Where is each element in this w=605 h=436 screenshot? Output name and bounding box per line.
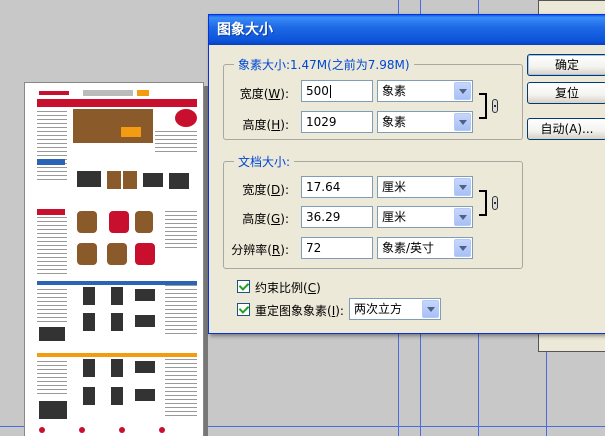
constrain-link-bracket xyxy=(479,93,487,119)
resample-method-select[interactable]: 两次立方 xyxy=(349,298,441,320)
pixel-height-input[interactable]: 1029 xyxy=(301,111,373,133)
chain-link-icon xyxy=(492,196,498,210)
pixel-dimensions-title: 象素大小:1.47M(之前为7.98M) xyxy=(234,56,414,73)
constrain-proportions-label[interactable]: 约束比例(C) xyxy=(255,279,321,296)
document-size-title: 文档大小: xyxy=(234,153,295,170)
canvas-document xyxy=(24,82,204,436)
chain-link-icon xyxy=(492,99,498,113)
doc-width-input[interactable]: 17.64 xyxy=(301,176,373,198)
constrain-proportions-checkbox[interactable] xyxy=(237,280,250,293)
pixel-width-input[interactable]: 500 xyxy=(301,80,373,102)
doc-width-unit-select[interactable]: 厘米 xyxy=(377,176,473,198)
doc-height-label: 高度(G): xyxy=(242,212,289,226)
image-size-dialog: 图象大小 象素大小:1.47M(之前为7.98M) 宽度(W): 500 象素 … xyxy=(208,14,605,334)
pixel-width-unit-select[interactable]: 象素 xyxy=(377,80,473,102)
resolution-input[interactable]: 72 xyxy=(301,237,373,259)
chevron-down-icon[interactable] xyxy=(454,239,471,257)
doc-width-label: 宽度(D): xyxy=(242,183,289,197)
text-caret xyxy=(329,85,331,98)
ok-button[interactable]: 确定 xyxy=(527,54,605,76)
chevron-down-icon[interactable] xyxy=(454,113,471,131)
pixel-height-unit-select[interactable]: 象素 xyxy=(377,111,473,133)
doc-height-unit-select[interactable]: 厘米 xyxy=(377,206,473,228)
doc-height-input[interactable]: 36.29 xyxy=(301,206,373,228)
constrain-link-bracket xyxy=(479,190,487,216)
resolution-label: 分辨率(R): xyxy=(231,243,289,257)
resample-image-label[interactable]: 重定图象象素(I): xyxy=(255,302,344,319)
resample-image-checkbox[interactable] xyxy=(237,303,250,316)
pixel-width-label: 宽度(W): xyxy=(239,87,289,101)
chevron-down-icon[interactable] xyxy=(454,82,471,100)
chevron-down-icon[interactable] xyxy=(454,208,471,226)
dialog-title: 图象大小 xyxy=(209,15,605,45)
auto-button[interactable]: 自动(A)... xyxy=(527,118,605,140)
chevron-down-icon[interactable] xyxy=(454,178,471,196)
reset-button[interactable]: 复位 xyxy=(527,82,605,104)
chevron-down-icon[interactable] xyxy=(422,300,439,318)
pixel-height-label: 高度(H): xyxy=(242,118,289,132)
resolution-unit-select[interactable]: 象素/英寸 xyxy=(377,237,473,259)
